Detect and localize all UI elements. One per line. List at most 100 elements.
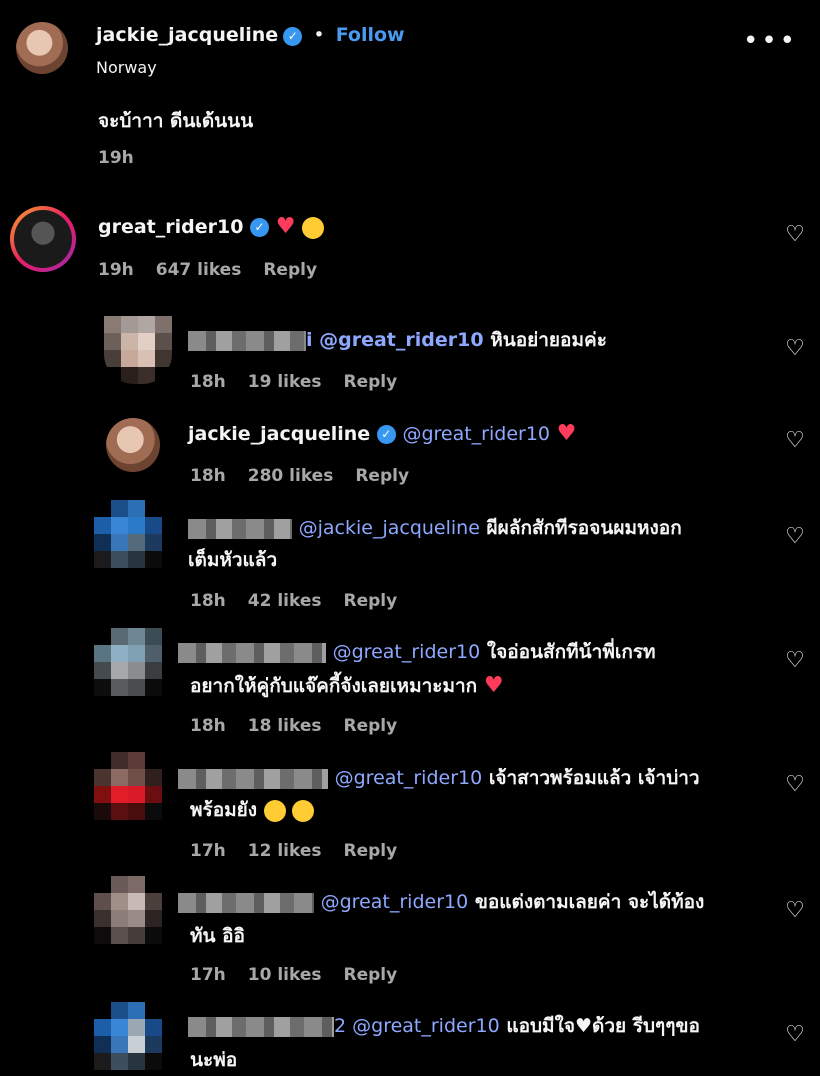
comment-likes[interactable]: 12 likes <box>248 841 322 861</box>
avatar <box>14 210 72 268</box>
heart-emoji-icon: ♥ <box>483 673 504 698</box>
blurred-username[interactable] <box>188 1016 334 1037</box>
blurred-username[interactable] <box>188 518 292 539</box>
like-heart-icon[interactable]: ♡ <box>784 774 806 796</box>
comment-text: ผีผลักสักทีรอจนผมหงอก <box>486 517 682 539</box>
reply-button[interactable]: Reply <box>263 260 317 280</box>
blush-emoji-icon <box>292 799 315 822</box>
post-caption: จะบ้าาา ดีนเด้นนน <box>98 110 254 132</box>
like-heart-icon[interactable]: ♡ <box>784 1024 806 1046</box>
comment-line: @great_rider10 ใจอ่อนสักทีน้าพี่เกรท <box>178 636 656 668</box>
comment-mention[interactable]: 2 @great_rider10 <box>334 1015 500 1037</box>
comment-username[interactable]: jackie_jacqueline <box>188 423 370 445</box>
avatar[interactable] <box>104 316 172 384</box>
reply-button[interactable]: Reply <box>344 716 398 736</box>
like-heart-icon[interactable]: ♡ <box>784 338 806 360</box>
separator-dot: • <box>313 24 325 46</box>
comment-username[interactable]: great_rider10 <box>98 216 243 238</box>
follow-button[interactable]: Follow <box>336 24 405 46</box>
comment-time: 18h <box>190 591 226 611</box>
comment-text: แอบมีใจ <box>506 1015 575 1037</box>
reply-button[interactable]: Reply <box>355 466 409 486</box>
reply-button[interactable]: Reply <box>344 965 398 985</box>
avatar[interactable] <box>16 22 68 74</box>
post-header: jackie_jacqueline ✓ • Follow Norway ••• <box>0 0 820 90</box>
blush-emoji-icon <box>263 799 286 822</box>
comment-time: 17h <box>190 965 226 985</box>
blurred-username[interactable] <box>178 768 328 789</box>
comment-likes[interactable]: 19 likes <box>248 372 322 392</box>
comment-text-line2: นะพ่อ <box>190 1049 238 1071</box>
comment-time: 18h <box>190 372 226 392</box>
verified-icon: ✓ <box>376 425 396 444</box>
avatar[interactable] <box>94 500 162 568</box>
white-heart-icon: ♥ <box>574 1015 593 1037</box>
comment-line: jackie_jacqueline ✓ @great_rider10 ♥ <box>188 418 576 450</box>
like-heart-icon[interactable]: ♡ <box>784 900 806 922</box>
like-heart-icon[interactable]: ♡ <box>784 526 806 548</box>
comment-line: @jackie_jacqueline ผีผลักสักทีรอจนผมหงอก <box>188 512 682 544</box>
comment-meta: 18h 280 likes Reply <box>190 466 431 486</box>
blurred-username[interactable] <box>188 330 306 351</box>
comment-likes[interactable]: 18 likes <box>248 716 322 736</box>
comment-text: ด้วย รีบๆๆขอ <box>592 1015 700 1037</box>
avatar[interactable] <box>94 1002 162 1070</box>
comment-text: พร้อมยัง <box>190 799 258 821</box>
comment-time: 18h <box>190 466 226 486</box>
comment-line: great_rider10 ✓ ♥ <box>98 211 325 243</box>
avatar[interactable] <box>94 752 162 820</box>
verified-icon: ✓ <box>283 27 303 46</box>
comment-mention[interactable]: @great_rider10 <box>335 767 483 789</box>
blurred-username[interactable] <box>178 892 314 913</box>
post-location[interactable]: Norway <box>96 58 157 77</box>
like-heart-icon[interactable]: ♡ <box>784 650 806 672</box>
comment-mention[interactable]: @great_rider10 <box>402 423 550 445</box>
heart-emoji-icon: ♥ <box>275 214 296 239</box>
reply-button[interactable]: Reply <box>344 591 398 611</box>
reply-button[interactable]: Reply <box>344 372 398 392</box>
comment-meta: 17h 12 likes Reply <box>190 841 419 861</box>
comment-meta: 17h 10 likes Reply <box>190 965 419 985</box>
comment-text-line2: พร้อมยัง <box>190 794 315 826</box>
comment-mention[interactable]: i @great_rider10 <box>306 329 484 351</box>
verified-icon: ✓ <box>250 218 270 237</box>
comment-text-line2: ทัน อิอิ <box>190 925 245 947</box>
comment-likes[interactable]: 280 likes <box>248 466 334 486</box>
header-user-line: jackie_jacqueline ✓ • Follow <box>96 24 405 46</box>
comment-meta: 18h 19 likes Reply <box>190 372 419 392</box>
comment-text: ใจอ่อนสักทีน้าพี่เกรท <box>486 641 656 663</box>
avatar[interactable] <box>94 876 162 944</box>
comment-likes[interactable]: 647 likes <box>156 260 242 280</box>
comment-meta: 18h 18 likes Reply <box>190 716 419 736</box>
comment-mention[interactable]: @jackie_jacqueline <box>299 517 480 539</box>
avatar[interactable] <box>106 418 160 472</box>
reply-button[interactable]: Reply <box>344 841 398 861</box>
comment-text: อยากให้คู่กับแจ๊คกี้จังเลยเหมาะมาก <box>190 675 478 697</box>
more-options-icon[interactable]: ••• <box>743 28 798 54</box>
comment-likes[interactable]: 10 likes <box>248 965 322 985</box>
comment-text: ขอแต่งตามเลยค่า จะได้ท้อง <box>474 891 705 913</box>
comment-line: @great_rider10 ขอแต่งตามเลยค่า จะได้ท้อง <box>178 886 704 918</box>
comment-likes[interactable]: 42 likes <box>248 591 322 611</box>
comment-meta: 18h 42 likes Reply <box>190 591 419 611</box>
like-heart-icon[interactable]: ♡ <box>784 430 806 452</box>
comment-line: @great_rider10 เจ้าสาวพร้อมแล้ว เจ้าบ่าว <box>178 762 700 794</box>
comment-time: 17h <box>190 841 226 861</box>
comment-meta: 19h 647 likes Reply <box>98 260 339 280</box>
comment-text-line2: อยากให้คู่กับแจ๊คกี้จังเลยเหมาะมาก ♥ <box>190 670 504 702</box>
comment-line: 2 @great_rider10 แอบมีใจ♥ด้วย รีบๆๆขอ <box>188 1010 700 1042</box>
hug-emoji-icon <box>302 216 325 239</box>
comment-mention[interactable]: @great_rider10 <box>333 641 481 663</box>
comment-text: เจ้าสาวพร้อมแล้ว เจ้าบ่าว <box>488 767 700 789</box>
post-username[interactable]: jackie_jacqueline <box>96 24 278 46</box>
comment-time: 19h <box>98 260 134 280</box>
heart-emoji-icon: ♥ <box>556 421 577 446</box>
story-ring[interactable] <box>10 206 76 272</box>
like-heart-icon[interactable]: ♡ <box>784 224 806 246</box>
comment-mention[interactable]: @great_rider10 <box>321 891 469 913</box>
post-time: 19h <box>98 148 134 168</box>
blurred-username[interactable] <box>178 642 326 663</box>
avatar[interactable] <box>94 628 162 696</box>
comment-time: 18h <box>190 716 226 736</box>
comment-text-line2: เต็มหัวแล้ว <box>188 549 278 571</box>
